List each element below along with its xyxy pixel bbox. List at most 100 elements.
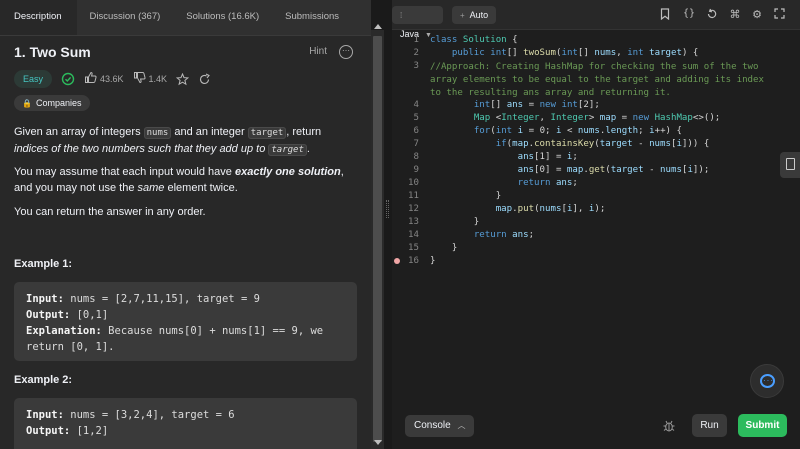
star-icon[interactable] — [176, 72, 190, 86]
dislike-button[interactable]: 1.4K — [133, 71, 168, 87]
example-2-title: Example 2: — [14, 374, 73, 386]
settings-icon[interactable]: ⚙ — [750, 8, 764, 21]
scrollbar-thumb[interactable] — [373, 36, 382, 442]
scroll-up-icon[interactable] — [374, 24, 382, 29]
inline-code-nums: nums — [143, 127, 172, 139]
inline-code-target: target — [247, 127, 287, 139]
line-number: 9 — [413, 165, 419, 175]
line-number: 1 — [413, 35, 419, 45]
text-span: , return — [286, 126, 322, 138]
description-paragraph-3: You can return the answer in any order. — [14, 206, 206, 218]
share-icon[interactable] — [198, 73, 211, 86]
lock-icon: 🔒 — [22, 98, 32, 108]
editor-panel: ⁞Java ▼ + Auto {} ⌘ ⚙ 1 2 3 4 5 6 7 8 9 10… — [392, 0, 800, 449]
value: [0,1] — [70, 309, 109, 321]
text-span: Given an array of integers — [14, 126, 144, 138]
command-icon[interactable]: ⌘ — [728, 8, 742, 21]
tab-description[interactable]: Description — [0, 0, 77, 35]
example-output: Output: [1,2] — [26, 423, 345, 439]
more-icon[interactable]: ⋯ — [339, 45, 353, 59]
code-line: ans[1] = i; — [517, 152, 578, 162]
problem-meta: Easy 43.6K 1.4K — [14, 69, 211, 89]
code-line: return ans; — [473, 230, 535, 240]
text-span: element twice. — [164, 182, 238, 194]
code-line: } — [430, 217, 480, 227]
code-line: return ans; — [517, 178, 578, 188]
line-number: 7 — [413, 139, 419, 149]
line-number: 14 — [408, 230, 419, 240]
chat-dots: ··· — [763, 376, 774, 385]
code-line: map.put(nums[i], i); — [495, 204, 606, 214]
line-number: 6 — [413, 126, 419, 136]
bug-icon[interactable] — [662, 419, 676, 433]
line-number: 15 — [408, 243, 419, 253]
code-line: } — [430, 243, 458, 253]
label: Input: — [26, 409, 64, 421]
line-number: 5 — [413, 113, 419, 123]
dislike-count: 1.4K — [148, 74, 168, 84]
panel-resize-handle[interactable] — [384, 0, 392, 449]
example-explanation: Explanation: Because nums[0] + nums[1] =… — [26, 323, 345, 355]
tab-bar: Description Discussion (367) Solutions (… — [0, 0, 371, 36]
inline-code-target: target — [268, 144, 307, 156]
chevron-up-icon: ︿ — [457, 421, 466, 430]
problem-title: 1. Two Sum — [14, 44, 91, 60]
scroll-down-icon[interactable] — [374, 440, 382, 445]
line-number: 13 — [408, 217, 419, 227]
bookmark-icon[interactable] — [658, 8, 672, 23]
hint-button[interactable]: Hint — [309, 46, 327, 57]
companies-label: Companies — [35, 98, 82, 108]
breakpoint-dot[interactable] — [394, 258, 400, 264]
description-paragraph-1: Given an array of integers nums and an i… — [14, 124, 354, 158]
file-icon — [786, 158, 795, 170]
run-button[interactable]: Run — [692, 414, 727, 437]
code-line: if(map.containsKey(target - nums[i])) { — [495, 139, 710, 149]
reset-icon[interactable] — [705, 8, 719, 23]
italic-text: same — [137, 182, 165, 194]
grip-icon: ⁞ — [400, 11, 403, 20]
chat-button[interactable]: ··· — [750, 364, 784, 398]
console-button[interactable]: Console ︿ — [405, 415, 475, 437]
notes-tab[interactable] — [780, 152, 800, 178]
description-scrollbar[interactable] — [371, 24, 384, 449]
code-line: Map <Integer, Integer> map = new HashMap… — [473, 113, 721, 123]
thumbs-down-icon — [133, 71, 146, 87]
description-panel: Description Discussion (367) Solutions (… — [0, 0, 371, 449]
label: Explanation: — [26, 325, 102, 337]
text-span: You may assume that each input would hav… — [14, 166, 235, 178]
editor-bottom-bar: Console ︿ Run Submit — [392, 413, 800, 449]
line-number: 12 — [408, 204, 419, 214]
companies-tag[interactable]: 🔒 Companies — [14, 95, 90, 111]
title-row: 1. Two Sum Hint ⋯ — [14, 44, 359, 64]
text-span: and an integer — [171, 126, 248, 138]
code-line: } — [430, 256, 436, 266]
text-span: . — [306, 143, 310, 155]
example-input: Input: nums = [3,2,4], target = 6 — [26, 407, 345, 423]
like-button[interactable]: 43.6K — [84, 71, 124, 87]
line-number: 4 — [413, 100, 419, 110]
example-input: Input: nums = [2,7,11,15], target = 9 — [26, 291, 345, 307]
expand-icon[interactable] — [772, 8, 786, 22]
example-output: Output: [0,1] — [26, 307, 345, 323]
console-label: Console — [414, 420, 451, 431]
tab-discussion[interactable]: Discussion (367) — [77, 0, 174, 35]
code-line: ans[0] = map.get(target - nums[i]); — [517, 165, 710, 175]
language-select[interactable]: ⁞Java ▼ — [392, 6, 443, 39]
value: nums = [2,7,11,15], target = 9 — [63, 293, 260, 305]
difficulty-badge: Easy — [14, 70, 53, 88]
code-line: int[] ans = new int[2]; — [473, 100, 600, 110]
braces-icon[interactable]: {} — [682, 8, 696, 19]
tab-submissions[interactable]: Submissions — [272, 0, 352, 35]
code-line: } — [430, 191, 502, 201]
line-number: 2 — [413, 48, 419, 58]
tab-solutions[interactable]: Solutions (16.6K) — [173, 0, 272, 35]
code-comment: //Approach: Creating HashMap for checkin… — [430, 62, 764, 98]
line-number: 10 — [408, 178, 419, 188]
label: Output: — [26, 425, 71, 437]
label: Input: — [26, 293, 64, 305]
auto-mode-button[interactable]: + Auto — [452, 6, 497, 24]
submit-button[interactable]: Submit — [738, 414, 787, 437]
example-1-title: Example 1: — [14, 258, 73, 270]
code-line: public int[] twoSum(int[] nums, int targ… — [451, 48, 699, 58]
code-line: for(int i = 0; i < nums.length; i++) { — [473, 126, 682, 136]
